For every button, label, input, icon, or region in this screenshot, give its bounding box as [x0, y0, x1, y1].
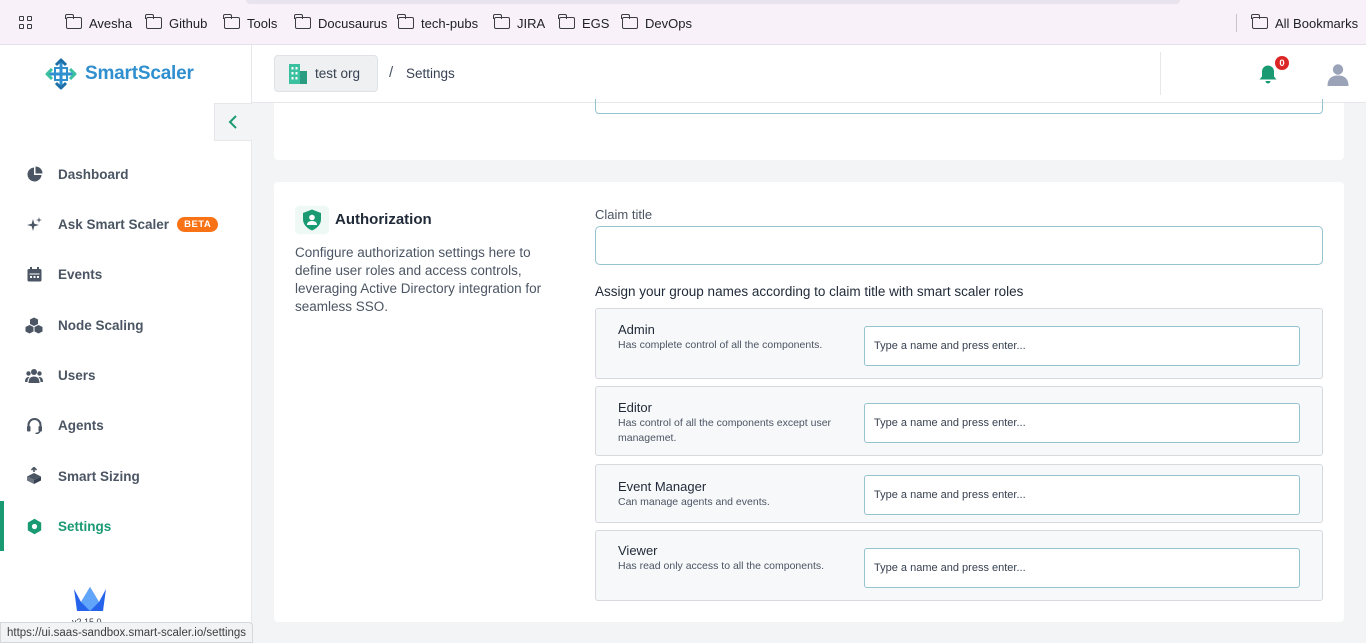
- folder-icon: [1251, 14, 1268, 29]
- bookmark-label: Github: [169, 15, 208, 31]
- bookmark-github[interactable]: Github: [145, 14, 208, 32]
- role-row-event-manager: Event Manager Can manage agents and even…: [595, 464, 1323, 523]
- bookmark-label: Docusaurus: [318, 15, 388, 31]
- claim-title-label: Claim title: [595, 207, 653, 222]
- bookmark-label: JIRA: [517, 15, 546, 31]
- sidebar-item-label: Users: [58, 367, 96, 383]
- editor-group-input[interactable]: [864, 403, 1300, 443]
- brand-logo[interactable]: SmartScaler: [45, 58, 194, 90]
- assign-groups-label: Assign your group names according to cla…: [595, 284, 1024, 299]
- folder-icon: [493, 14, 510, 29]
- role-description: Has control of all the components except…: [618, 417, 832, 444]
- users-icon: [25, 366, 43, 384]
- sidebar-item-agents[interactable]: Agents: [0, 405, 251, 445]
- sidebar-item-settings[interactable]: Settings: [0, 501, 251, 551]
- brand-name: SmartScaler: [85, 63, 194, 84]
- bookmarks-divider: [1236, 14, 1237, 32]
- sidebar: SmartScaler Dashboard Ask Smart Scaler B…: [0, 45, 252, 643]
- chevron-left-icon: [228, 115, 237, 129]
- folder-icon: [621, 14, 638, 29]
- folder-icon: [397, 14, 414, 29]
- version-logo-icon: [74, 587, 106, 611]
- bookmark-avesha[interactable]: Avesha: [65, 14, 133, 32]
- role-description: Has read only access to all the componen…: [618, 560, 825, 572]
- sidebar-item-label: Settings: [58, 518, 112, 534]
- gear-icon: [25, 517, 43, 535]
- role-description: Can manage agents and events.: [618, 496, 770, 508]
- user-avatar-icon[interactable]: [1326, 62, 1350, 86]
- folder-icon: [558, 14, 575, 29]
- collapse-sidebar-button[interactable]: [214, 103, 252, 141]
- bookmark-label: tech-pubs: [421, 15, 479, 31]
- authorization-description: Configure authorization settings here to…: [295, 245, 542, 314]
- breadcrumb-current: Settings: [406, 66, 455, 81]
- sparkle-icon: [25, 215, 43, 233]
- sidebar-item-label: Agents: [58, 417, 104, 433]
- sidebar-item-node-scaling[interactable]: Node Scaling: [0, 305, 251, 345]
- claim-title-input[interactable]: [595, 226, 1323, 265]
- folder-icon: [223, 14, 240, 29]
- sidebar-item-label: Dashboard: [58, 166, 129, 182]
- org-name: test org: [315, 66, 361, 81]
- sidebar-item-label: Smart Sizing: [58, 468, 140, 484]
- role-row-viewer: Viewer Has read only access to all the c…: [595, 530, 1323, 601]
- sidebar-item-label: Node Scaling: [58, 317, 144, 333]
- box-icon: [25, 467, 43, 485]
- bookmark-jira[interactable]: JIRA: [493, 14, 546, 32]
- breadcrumb-separator: /: [389, 64, 394, 81]
- folder-icon: [294, 14, 311, 29]
- bookmark-label: Tools: [247, 15, 278, 31]
- bookmark-docusaurus[interactable]: Docusaurus: [294, 14, 388, 32]
- sidebar-item-users[interactable]: Users: [0, 355, 251, 395]
- authorization-title: Authorization: [335, 211, 432, 228]
- previous-settings-card: [274, 99, 1344, 160]
- bookmark-label: DevOps: [645, 15, 692, 31]
- building-icon: [289, 63, 307, 84]
- role-name: Admin: [618, 322, 655, 337]
- all-bookmarks-label: All Bookmarks: [1275, 15, 1359, 31]
- bell-icon[interactable]: [1258, 64, 1278, 84]
- calendar-icon: [25, 265, 43, 283]
- sidebar-item-label: Ask Smart Scaler: [58, 216, 170, 232]
- role-row-editor: Editor Has control of all the components…: [595, 386, 1323, 456]
- beta-badge: BETA: [177, 216, 219, 232]
- sidebar-item-smart-sizing[interactable]: Smart Sizing: [0, 456, 251, 496]
- bookmark-label: EGS: [582, 15, 610, 31]
- smartscaler-logo-icon: [45, 58, 77, 90]
- shield-user-icon: [295, 206, 329, 234]
- role-row-admin: Admin Has complete control of all the co…: [595, 308, 1323, 379]
- notification-count-badge: 0: [1275, 56, 1289, 70]
- role-name: Editor: [618, 400, 652, 415]
- bookmark-tech-pubs[interactable]: tech-pubs: [397, 14, 479, 32]
- link-status-bar: https://ui.saas-sandbox.smart-scaler.io/…: [0, 622, 254, 643]
- folder-icon: [65, 14, 82, 29]
- pie-chart-icon: [25, 165, 43, 183]
- top-header: test org / Settings 0: [252, 45, 1366, 103]
- bookmarks-bar: Avesha Github Tools Docusaurus tech-pubs…: [0, 0, 1366, 45]
- org-selector[interactable]: test org: [274, 55, 378, 92]
- role-name: Viewer: [618, 543, 658, 558]
- headset-icon: [25, 416, 43, 434]
- role-name: Event Manager: [618, 479, 707, 494]
- tab-strip-edge: [0, 0, 1366, 4]
- previous-input-field[interactable]: [595, 99, 1323, 114]
- folder-icon: [145, 14, 162, 29]
- bookmark-tools[interactable]: Tools: [223, 14, 278, 32]
- header-divider: [1160, 52, 1161, 95]
- cubes-icon: [25, 316, 43, 334]
- sidebar-item-ask-smart-scaler[interactable]: Ask Smart Scaler BETA: [0, 204, 251, 244]
- role-description: Has complete control of all the componen…: [618, 339, 823, 351]
- bookmark-devops[interactable]: DevOps: [621, 14, 692, 32]
- bookmark-label: Avesha: [89, 15, 133, 31]
- sidebar-item-dashboard[interactable]: Dashboard: [0, 154, 251, 194]
- viewer-group-input[interactable]: [864, 548, 1300, 588]
- sidebar-item-label: Events: [58, 266, 103, 282]
- sidebar-item-events[interactable]: Events: [0, 254, 251, 294]
- event-manager-group-input[interactable]: [864, 475, 1300, 515]
- admin-group-input[interactable]: [864, 326, 1300, 366]
- authorization-card: Authorization Configure authorization se…: [274, 182, 1344, 622]
- all-bookmarks[interactable]: All Bookmarks: [1251, 14, 1359, 32]
- bookmark-egs[interactable]: EGS: [558, 14, 610, 32]
- apps-grid-icon[interactable]: [19, 16, 33, 30]
